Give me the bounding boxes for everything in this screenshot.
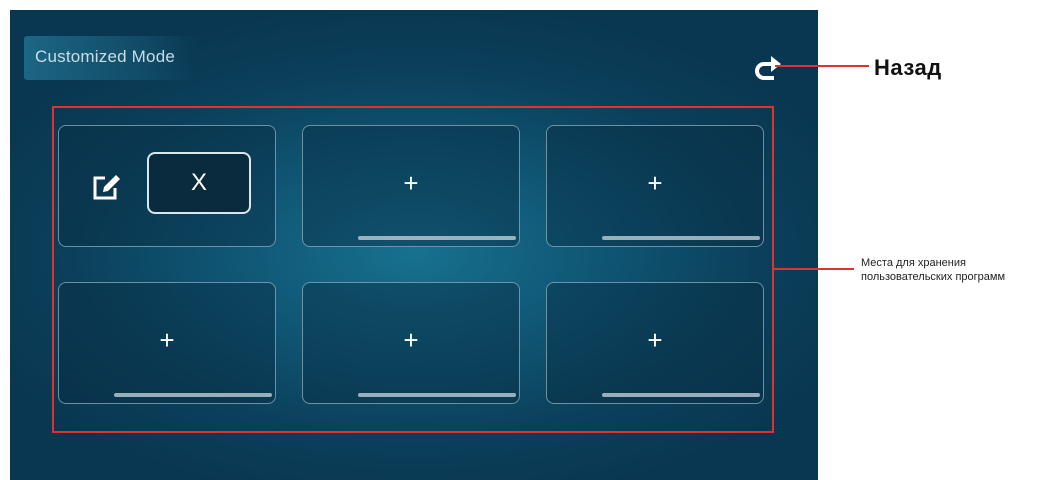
back-callout-line <box>775 65 869 67</box>
slots-callout-line <box>774 268 854 270</box>
back-callout-label: Назад <box>874 55 942 80</box>
slots-callout-label: Места для хранения пользовательских прог… <box>861 256 1041 284</box>
slots-callout-box <box>52 106 774 433</box>
page-title: Customized Mode <box>35 47 176 66</box>
slots-callout-line-2: пользовательских программ <box>861 271 1006 283</box>
back-button[interactable] <box>750 52 784 86</box>
slots-callout-line-1: Места для хранения <box>861 257 966 269</box>
redo-arrow-icon <box>755 56 781 80</box>
